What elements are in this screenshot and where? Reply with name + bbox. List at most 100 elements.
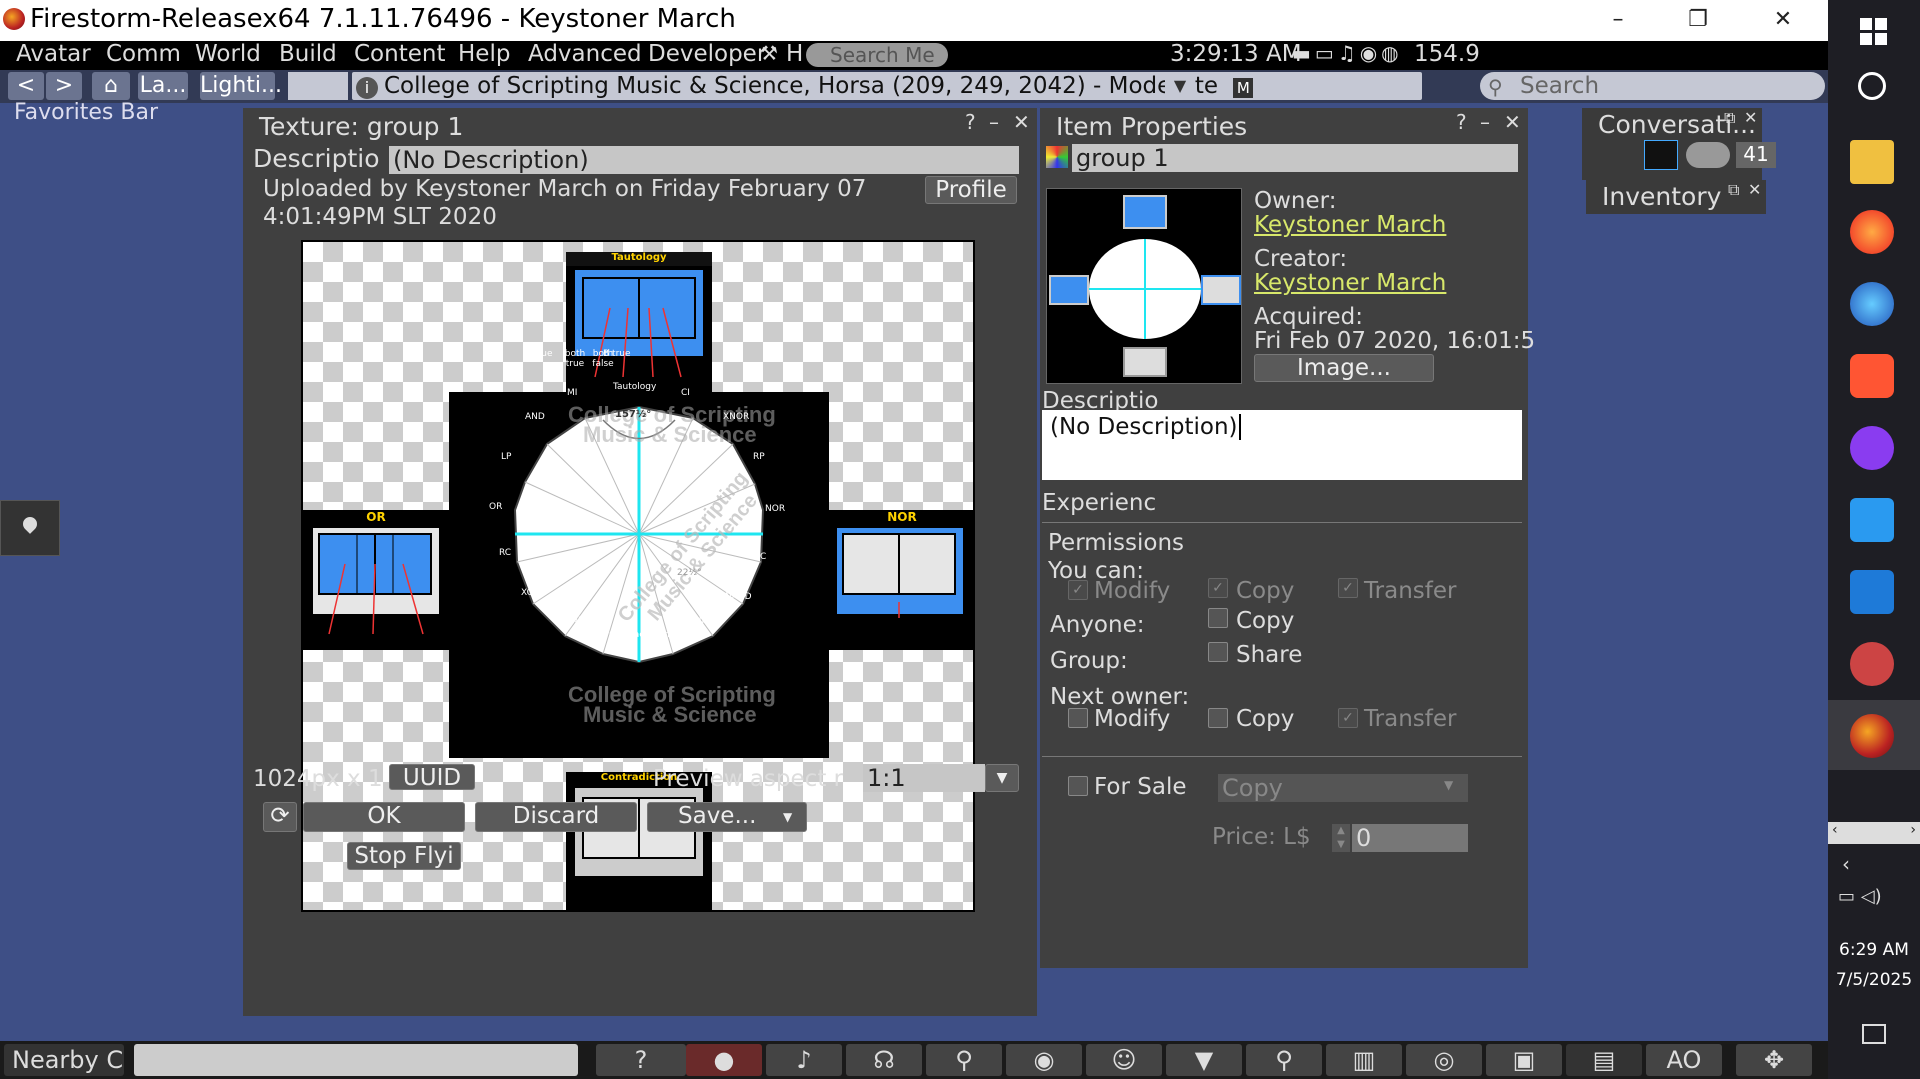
for-sale-checkbox[interactable] — [1068, 776, 1088, 796]
help-toolbar-icon[interactable]: ? — [596, 1044, 686, 1076]
menu-comm[interactable]: Comm — [106, 41, 181, 67]
help-button[interactable]: ? — [1456, 110, 1467, 134]
image-button[interactable]: Image... — [1254, 354, 1434, 382]
walk-icon[interactable]: ⚲ — [926, 1044, 1002, 1076]
brave-icon[interactable] — [1850, 354, 1894, 398]
creator-link[interactable]: Keystoner March — [1254, 270, 1446, 296]
uuid-button[interactable]: UUID — [389, 764, 475, 791]
map-pin-button[interactable] — [0, 500, 60, 556]
unread-count-badge: 41 — [1736, 142, 1776, 168]
microphone-icon[interactable]: ♪ — [766, 1044, 842, 1076]
save-dropdown-icon[interactable]: ▼ — [783, 810, 792, 824]
next-copy-checkbox[interactable] — [1208, 708, 1228, 728]
people-icon[interactable]: ☺ — [1086, 1044, 1162, 1076]
minimize-button[interactable]: – — [989, 110, 999, 134]
group-share-checkbox[interactable] — [1208, 642, 1228, 662]
owner-link[interactable]: Keystoner March — [1254, 212, 1446, 238]
firefox-dev-icon[interactable] — [1850, 282, 1894, 326]
map-icon[interactable]: ▥ — [1326, 1044, 1402, 1076]
network-volume-icons[interactable]: ▭ ◁) — [1838, 886, 1882, 907]
back-button[interactable]: < — [8, 72, 44, 100]
menu-build[interactable]: Build — [279, 41, 337, 67]
next-modify-checkbox[interactable] — [1068, 708, 1088, 728]
aspect-value[interactable]: 1:1 — [863, 764, 985, 792]
search-input[interactable]: Search — [1480, 72, 1825, 100]
maximize-button[interactable]: ❐ — [1670, 2, 1726, 38]
location-dropdown-button[interactable]: ▼ — [1165, 72, 1195, 100]
h-indicator[interactable]: H — [786, 41, 803, 67]
clock: 3:29:13 AM — [1170, 41, 1302, 67]
landmarks-button[interactable]: La... — [138, 72, 188, 100]
help-button[interactable]: ? — [965, 110, 976, 134]
angle-label-mid: 22½° — [677, 568, 702, 578]
next-modify-label: Modify — [1094, 706, 1171, 732]
nearby-chat-button[interactable]: Nearby C — [4, 1044, 124, 1076]
close-button[interactable]: ✕ — [1504, 110, 1521, 134]
windows-start-icon[interactable] — [1860, 18, 1888, 46]
appearance-shirt-icon[interactable]: ▼ — [1166, 1044, 1242, 1076]
close-button[interactable]: ✕ — [1744, 108, 1757, 127]
favorites-bar[interactable]: Favorites Bar — [14, 100, 158, 125]
search-menu-input[interactable]: Search Me — [806, 43, 948, 67]
snapshot-camera-icon[interactable]: ▣ — [1486, 1044, 1562, 1076]
minimap-icon[interactable]: ◎ — [1406, 1044, 1482, 1076]
inventory-title[interactable]: Inventory — [1602, 182, 1721, 211]
menu-content[interactable]: Content — [354, 41, 445, 67]
close-button[interactable]: ✕ — [1748, 180, 1761, 199]
maturity-badge: M — [1233, 78, 1254, 98]
item-name-field[interactable]: group 1 — [1072, 144, 1518, 172]
close-button[interactable]: ✕ — [1013, 110, 1030, 134]
anyone-copy-checkbox[interactable] — [1208, 608, 1228, 628]
app-icon[interactable] — [1850, 642, 1894, 686]
profile-button[interactable]: Profile — [925, 176, 1017, 204]
windsurf-icon[interactable] — [1850, 498, 1894, 542]
discard-button[interactable]: Discard — [475, 802, 637, 832]
menu-world[interactable]: World — [195, 41, 261, 67]
description-textarea[interactable]: (No Description) — [1042, 410, 1522, 480]
taskbar-time[interactable]: 6:29 AM — [1828, 940, 1920, 960]
you-modify-checkbox: ✓ — [1068, 580, 1088, 600]
minimize-button[interactable]: – — [1590, 2, 1646, 38]
move-controls-icon[interactable]: ✥ — [1736, 1044, 1812, 1076]
chat-bubble-icon[interactable] — [1686, 142, 1730, 168]
undock-icon[interactable]: ⧉ — [1724, 108, 1735, 128]
info-icon[interactable]: i — [356, 77, 378, 99]
build-icon[interactable]: ⚒ — [760, 41, 778, 65]
status-icons[interactable]: ▬▭♫◉◍ — [1292, 41, 1403, 65]
minimize-button[interactable]: – — [1480, 110, 1490, 134]
chat-toolbar-icon[interactable]: ● — [686, 1044, 762, 1076]
file-explorer-icon[interactable] — [1850, 140, 1894, 184]
menu-help[interactable]: Help — [458, 41, 510, 67]
home-icon[interactable]: ⌂ — [92, 72, 130, 100]
refresh-icon[interactable]: ⟳ — [263, 802, 297, 832]
close-button[interactable]: ✕ — [1755, 2, 1811, 38]
undock-icon[interactable]: ⧉ — [1728, 180, 1739, 200]
ok-button[interactable]: OK — [303, 802, 465, 832]
anyone-copy-label: Copy — [1236, 608, 1295, 634]
chat-input[interactable] — [134, 1044, 578, 1076]
aspect-dropdown-button[interactable]: ▼ — [985, 764, 1019, 792]
search-toolbar-icon[interactable]: ⚲ — [1246, 1044, 1322, 1076]
headphones-icon[interactable]: ☊ — [846, 1044, 922, 1076]
lighting-button[interactable]: Lighti... — [200, 72, 282, 100]
vscode-icon[interactable] — [1850, 570, 1894, 614]
forward-button[interactable]: > — [46, 72, 82, 100]
inventory-toolbar-icon[interactable]: ▤ — [1566, 1044, 1642, 1076]
notifications-icon[interactable] — [1862, 1024, 1886, 1044]
firefox-icon[interactable] — [1850, 210, 1894, 254]
view-eye-icon[interactable]: ◉ — [1006, 1044, 1082, 1076]
taskbar-scrollbar[interactable]: ‹ › — [1828, 822, 1920, 844]
conversation-avatar-icon[interactable] — [1644, 140, 1678, 170]
search-icon[interactable] — [1858, 72, 1886, 100]
firestorm-taskbar-icon[interactable] — [1850, 714, 1894, 758]
ao-button[interactable]: AO — [1646, 1044, 1722, 1076]
show-hidden-icons-chevron-icon[interactable]: ‹ — [1842, 852, 1850, 876]
description-field[interactable]: (No Description) — [389, 146, 1019, 174]
menu-developer[interactable]: Developer — [648, 41, 766, 67]
taskbar-date[interactable]: 7/5/2025 — [1828, 970, 1920, 990]
tor-mask-icon[interactable] — [1850, 426, 1894, 470]
menu-avatar[interactable]: Avatar — [16, 41, 91, 67]
menu-advanced[interactable]: Advanced — [528, 41, 642, 67]
location-input[interactable]: i College of Scripting Music & Science, H… — [352, 72, 1422, 100]
stop-flying-button[interactable]: Stop Flyi — [347, 842, 461, 870]
